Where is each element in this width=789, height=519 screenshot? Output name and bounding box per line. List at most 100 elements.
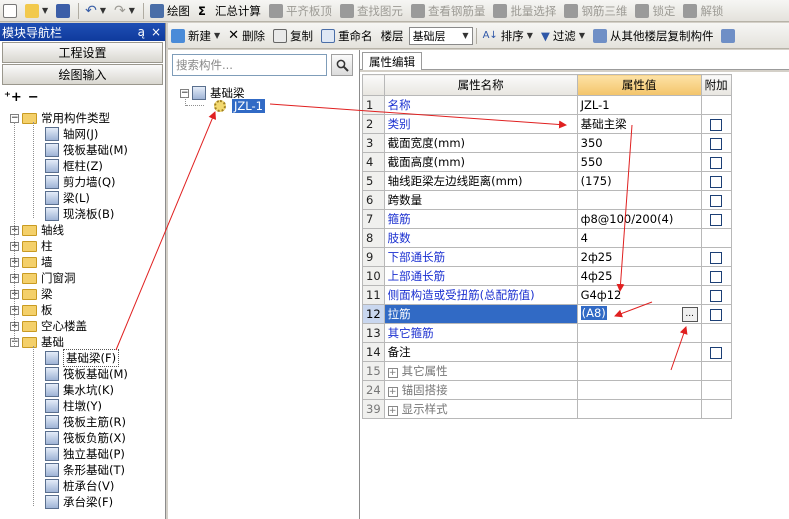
tree-folder[interactable]: + 梁 [10, 286, 53, 302]
property-value[interactable]: 4 [576, 228, 702, 248]
tree-item[interactable]: 承台梁(F) [45, 494, 113, 510]
tree-item[interactable]: 梁(L) [45, 190, 90, 206]
tree-item[interactable]: 集水坑(K) [45, 382, 114, 398]
filter-button[interactable]: ▼ 过滤 ▼ [538, 26, 588, 46]
extra-checkbox[interactable] [710, 213, 723, 226]
property-value[interactable]: ... (A8) [576, 304, 702, 324]
extra-checkbox[interactable] [710, 194, 723, 207]
extra-checkbox[interactable] [710, 251, 723, 264]
copy-button[interactable]: 复制 [270, 26, 316, 46]
search-input[interactable]: 搜索构件... [172, 54, 327, 76]
tree-item[interactable]: 现浇板(B) [45, 206, 114, 222]
toolbar-item-7[interactable]: 锁定 [632, 1, 678, 21]
tree-item[interactable]: 基础梁(F) [45, 349, 120, 367]
property-value-editor[interactable]: (A8) [580, 306, 607, 320]
property-row[interactable]: 13 其它箍筋 [362, 323, 732, 343]
undo-button[interactable]: ↶ ▼ [82, 1, 109, 21]
extra-checkbox[interactable] [710, 270, 723, 283]
extra-checkbox[interactable] [710, 175, 723, 188]
expand-all-icon[interactable]: ⁺+ [4, 90, 22, 105]
property-value[interactable] [576, 342, 702, 362]
property-value[interactable]: JZL-1 [576, 95, 702, 115]
toolbar-item-6[interactable]: 钢筋三维 [561, 1, 630, 21]
tree-folder[interactable]: + 板 [10, 302, 53, 318]
pin-icon[interactable]: ą [138, 25, 145, 39]
tree-folder[interactable]: + 轴线 [10, 222, 64, 238]
property-value[interactable] [576, 323, 702, 343]
search-button[interactable] [331, 54, 353, 76]
property-row[interactable]: 7 箍筋 ф8@100/200(4) [362, 209, 732, 229]
extra-checkbox[interactable] [710, 289, 723, 302]
expand-icon[interactable]: + [387, 368, 398, 378]
property-row[interactable]: 14 备注 [362, 342, 732, 362]
property-value[interactable]: 550 [576, 152, 702, 172]
tree-item[interactable]: 筏板基础(M) [45, 366, 128, 382]
tree-item[interactable]: 桩承台(V) [45, 478, 114, 494]
delete-button[interactable]: ✕ 删除 [225, 26, 268, 46]
property-value[interactable]: G4ф12 [576, 285, 702, 305]
sort-button[interactable]: A↓ 排序 ▼ [480, 26, 536, 46]
new-component-button[interactable]: 新建 ▼ [168, 26, 223, 46]
tree-item[interactable]: 轴网(J) [45, 126, 98, 142]
property-row[interactable]: 6 跨数量 [362, 190, 732, 210]
rename-button[interactable]: 重命名 [318, 26, 376, 46]
redo-button[interactable]: ↷ ▼ [111, 1, 138, 21]
property-value[interactable]: ф8@100/200(4) [576, 209, 702, 229]
property-group-row[interactable]: 24 + 锚固搭接 [362, 380, 732, 400]
toolbar-item-5[interactable]: 批量选择 [490, 1, 559, 21]
property-row[interactable]: 3 截面宽度(mm) 350 [362, 133, 732, 153]
more-toolbar-button[interactable] [718, 26, 738, 46]
property-value[interactable]: 350 [576, 133, 702, 153]
property-group-row[interactable]: 39 + 显示样式 [362, 399, 732, 419]
tree-item[interactable]: 筏板负筋(X) [45, 430, 126, 446]
extra-checkbox[interactable] [710, 156, 723, 169]
group-name[interactable]: + 显示样式 [383, 399, 578, 419]
property-row[interactable]: 1 名称 JZL-1 [362, 95, 732, 115]
tree-folder[interactable]: − 基础 [10, 334, 64, 350]
ellipsis-button[interactable]: ... [681, 307, 698, 322]
property-value[interactable]: 4ф25 [576, 266, 702, 286]
group-name[interactable]: + 锚固搭接 [383, 380, 578, 400]
open-file-button[interactable]: ▼ [22, 1, 51, 21]
property-value[interactable]: (175) [576, 171, 702, 191]
toolbar-item-2[interactable]: 平齐板顶 [266, 1, 335, 21]
tree-item[interactable]: 框柱(Z) [45, 158, 103, 174]
tree-folder[interactable]: + 空心楼盖 [10, 318, 87, 334]
property-value[interactable]: 基础主梁 [576, 114, 702, 134]
tree-folder[interactable]: + 柱 [10, 238, 53, 254]
toolbar-item-0[interactable]: 绘图 [147, 1, 193, 21]
extra-checkbox[interactable] [710, 346, 723, 359]
tree-item[interactable]: 条形基础(T) [45, 462, 125, 478]
toolbar-item-3[interactable]: 查找图元 [337, 1, 406, 21]
tree-item[interactable]: 剪力墙(Q) [45, 174, 116, 190]
expand-icon[interactable]: + [387, 387, 398, 397]
toolbar-item-8[interactable]: 解锁 [680, 1, 726, 21]
new-file-button[interactable] [0, 1, 20, 21]
tab-property-edit[interactable]: 属性编辑 [362, 52, 422, 70]
tree-folder[interactable]: + 墙 [10, 254, 53, 270]
copy-from-floor-button[interactable]: 从其他楼层复制构件 [590, 26, 717, 46]
property-row[interactable]: 8 肢数 4 [362, 228, 732, 248]
tree-item[interactable]: 筏板主筋(R) [45, 414, 126, 430]
extra-checkbox[interactable] [710, 137, 723, 150]
extra-checkbox[interactable] [710, 118, 723, 131]
property-value[interactable]: 2ф25 [576, 247, 702, 267]
drawing-input-button[interactable]: 绘图输入 [2, 64, 163, 85]
tree-item[interactable]: 筏板基础(M) [45, 142, 128, 158]
property-row[interactable]: 10 上部通长筋 4ф25 [362, 266, 732, 286]
property-row[interactable]: 4 截面高度(mm) 550 [362, 152, 732, 172]
save-button[interactable] [53, 1, 73, 21]
collapse-all-icon[interactable]: − [28, 90, 39, 105]
property-row[interactable]: 11 侧面构造或受扭筋(总配筋值) G4ф12 [362, 285, 732, 305]
toolbar-item-1[interactable]: Σ 汇总计算 [195, 1, 264, 21]
property-row[interactable]: 12 拉筋... (A8) [362, 304, 732, 324]
tree-item[interactable]: 独立基础(P) [45, 446, 125, 462]
group-name[interactable]: + 其它属性 [383, 361, 578, 381]
property-group-row[interactable]: 15 + 其它属性 [362, 361, 732, 381]
close-icon[interactable]: × [151, 25, 161, 39]
property-row[interactable]: 2 类别 基础主梁 [362, 114, 732, 134]
floor-select[interactable]: 基础层 ▼ [408, 26, 473, 45]
component-node-jzl1[interactable]: JZL-1 [214, 99, 265, 113]
expand-icon[interactable]: + [387, 406, 398, 416]
tree-folder[interactable]: + 门窗洞 [10, 270, 76, 286]
